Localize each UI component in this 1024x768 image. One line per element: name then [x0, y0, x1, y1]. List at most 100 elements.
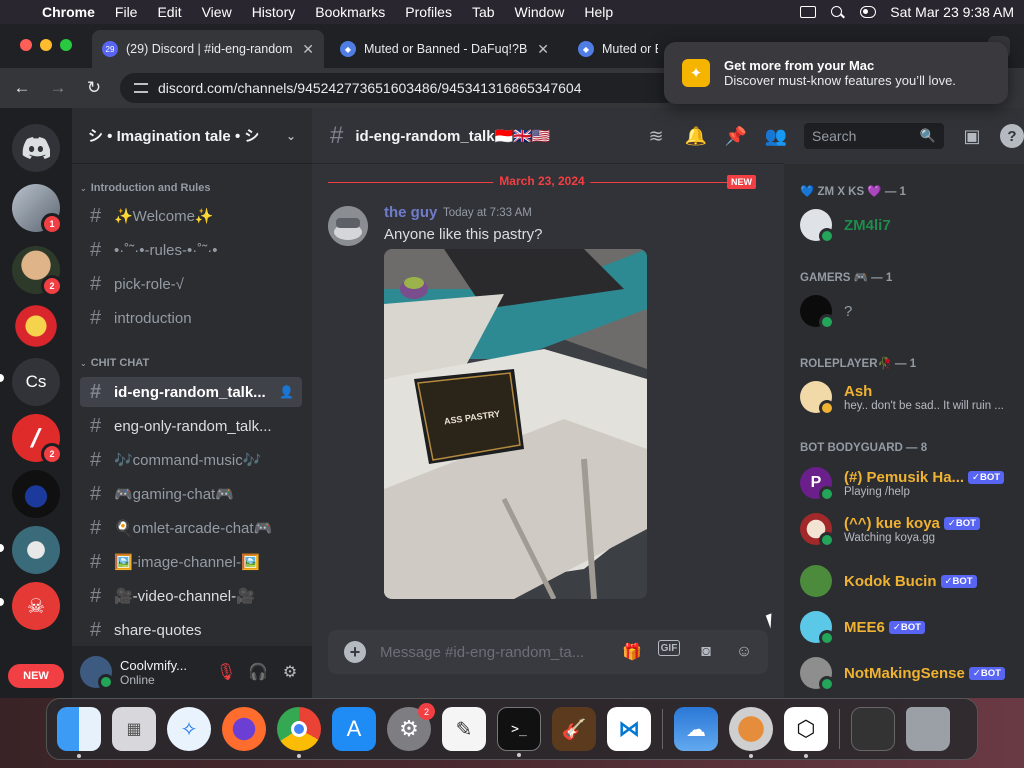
sticker-icon[interactable]: ◙ [694, 640, 718, 664]
menu-history[interactable]: History [252, 4, 296, 20]
help-icon[interactable]: ? [1000, 124, 1024, 148]
browser-tab-muted-2[interactable]: ◆ Muted or Banned - DaFuq!?B [568, 30, 668, 68]
screen-mirroring-icon[interactable] [800, 6, 817, 18]
textedit-icon[interactable]: ✎ [442, 707, 486, 751]
menu-profiles[interactable]: Profiles [405, 4, 452, 20]
control-center-icon[interactable] [860, 6, 877, 18]
server-icon[interactable]: /2 [12, 414, 63, 465]
new-unreads-pill[interactable]: NEW [8, 664, 64, 688]
chrome-icon[interactable] [277, 707, 321, 758]
category-introduction-and-rules[interactable]: ⌄ Introduction and Rules [76, 176, 210, 200]
server-icon[interactable] [12, 470, 60, 518]
headphones-icon[interactable]: 🎧 [242, 662, 274, 682]
emoji-icon[interactable]: ☺ [732, 640, 756, 664]
weather-icon[interactable]: ☁ [674, 707, 718, 751]
channel-command-music[interactable]: # 🎶command-music🎶 [80, 445, 302, 475]
close-tab-icon[interactable]: ✕ [302, 41, 314, 58]
settings-gear-icon[interactable]: ⚙ [274, 662, 306, 682]
close-tab-icon[interactable]: ✕ [537, 41, 549, 58]
screenshot-folder-icon[interactable] [851, 707, 895, 751]
server-icon-cs[interactable]: Cs [12, 358, 60, 406]
channel-id-eng-random-talk[interactable]: # id-eng-random_talk... 👤 [80, 377, 302, 407]
user-avatar[interactable] [80, 656, 114, 690]
browser-tab-muted-1[interactable]: ◆ Muted or Banned - DaFuq!?B ✕ [330, 30, 562, 68]
channel-eng-only-random-talk[interactable]: # eng-only-random_talk... [80, 411, 302, 441]
server-header[interactable]: シ • Imagination tale • シ ⌄ [72, 108, 312, 164]
zoom-window-button[interactable] [60, 39, 72, 51]
menu-window[interactable]: Window [515, 4, 565, 20]
gif-picker-icon[interactable]: GIF [658, 640, 680, 656]
message-input[interactable]: Message #id-eng-random_ta... [380, 644, 600, 661]
system-settings-icon[interactable]: ⚙ 2 [387, 703, 435, 751]
mute-mic-icon[interactable]: 🎙 [210, 662, 242, 682]
member-item[interactable]: MEE6 ✓ BOT [800, 606, 1020, 648]
menu-app-name[interactable]: Chrome [42, 4, 95, 20]
minimize-window-button[interactable] [40, 39, 52, 51]
member-item[interactable]: Kodok Bucin ✓ BOT [800, 560, 1020, 602]
author-avatar[interactable] [328, 206, 368, 246]
safari-icon[interactable]: ✧ [167, 707, 211, 751]
search-input[interactable]: Search 🔍 [804, 123, 944, 149]
member-item[interactable]: ? [800, 290, 1020, 332]
channel-omlet-arcade-chat[interactable]: # 🍳omlet-arcade-chat🎮 [80, 513, 302, 543]
trash-icon[interactable] [906, 707, 950, 751]
garageband-icon[interactable]: 🎸 [552, 707, 596, 751]
terminal-icon[interactable]: >_ [497, 707, 541, 757]
member-item[interactable]: (^^) kue koya ✓ BOT Watching koya.gg [800, 508, 1020, 550]
channel-rules[interactable]: # •·˚˜·•-rules-•·˚˜·• [80, 235, 302, 265]
channel-gaming-chat[interactable]: # 🎮gaming-chat🎮 [80, 479, 302, 509]
category-chit-chat[interactable]: ⌄ CHIT CHAT [76, 351, 149, 375]
member-item[interactable]: NotMakingSense ✓ BOT [800, 652, 1020, 694]
member-item[interactable]: ZM4li7 [800, 204, 1020, 246]
back-icon[interactable]: ← [4, 78, 40, 98]
menu-tab[interactable]: Tab [472, 4, 495, 20]
app-store-icon[interactable]: A [332, 707, 376, 751]
site-settings-icon[interactable] [134, 83, 148, 93]
channel-welcome[interactable]: # ✨Welcome✨ [80, 201, 302, 231]
member-list-icon[interactable]: 👥 [764, 124, 788, 148]
menu-help[interactable]: Help [584, 4, 613, 20]
menu-edit[interactable]: Edit [157, 4, 181, 20]
channel-introduction[interactable]: # introduction [80, 303, 302, 333]
firefox-icon[interactable] [222, 707, 266, 751]
user-info[interactable]: Coolvmify... Online [120, 658, 210, 687]
launchpad-icon[interactable]: ▦ [112, 707, 156, 751]
address-bar[interactable]: discord.com/channels/945242773651603486/… [120, 73, 680, 103]
channel-video-channel[interactable]: # 🎥-video-channel-🎥 [80, 581, 302, 611]
close-window-button[interactable] [20, 39, 32, 51]
server-icon[interactable]: 2 [12, 246, 63, 297]
message-image-attachment[interactable]: ASS PASTRY [384, 249, 647, 599]
message-composer[interactable]: + Message #id-eng-random_ta... 🎁 GIF ◙ ☺ [328, 630, 768, 674]
server-icon[interactable]: ☠ [12, 582, 60, 630]
forward-icon[interactable]: → [40, 78, 76, 98]
gift-icon[interactable]: 🎁 [620, 640, 644, 664]
add-member-icon[interactable]: 👤 [279, 385, 294, 399]
discord-home-icon[interactable] [12, 124, 60, 172]
notification-bell-icon[interactable]: 🔔 [684, 124, 708, 148]
server-icon[interactable] [12, 302, 60, 350]
server-icon[interactable] [12, 526, 60, 574]
vscode-icon[interactable]: ⋈ [607, 707, 651, 751]
member-item[interactable]: Ash hey.. don't be sad.. It will ruin ..… [800, 376, 1020, 418]
channel-share-quotes[interactable]: # share-quotes [80, 615, 302, 645]
menubar-clock[interactable]: Sat Mar 23 9:38 AM [890, 4, 1014, 20]
threads-icon[interactable]: ≋ [644, 124, 668, 148]
reload-icon[interactable]: ↻ [76, 78, 112, 98]
attach-plus-icon[interactable]: + [344, 641, 366, 663]
inbox-icon[interactable]: ▣ [960, 124, 984, 148]
menu-bookmarks[interactable]: Bookmarks [315, 4, 385, 20]
channel-image-channel[interactable]: # 🖼️-image-channel-🖼️ [80, 547, 302, 577]
menu-view[interactable]: View [202, 4, 232, 20]
finder-icon[interactable] [57, 707, 101, 758]
message-author[interactable]: the guy [384, 204, 437, 221]
server-icon[interactable]: 1 [12, 184, 63, 235]
member-item[interactable]: P (#) Pemusik Ha... ✓ BOT Playing /help [800, 462, 1020, 504]
browser-tab-discord[interactable]: 29 (29) Discord | #id-eng-random ✕ [92, 30, 324, 68]
spotlight-search-icon[interactable] [830, 6, 846, 18]
menu-file[interactable]: File [115, 4, 138, 20]
system-notification[interactable]: ✦ Get more from your Mac Discover must-k… [664, 42, 1008, 104]
channel-pick-role[interactable]: # pick-role-√ [80, 269, 302, 299]
vector-app-icon[interactable]: ⬡ [784, 707, 828, 758]
preview-icon[interactable] [729, 707, 773, 758]
pinned-messages-icon[interactable]: 📌 [724, 124, 748, 148]
